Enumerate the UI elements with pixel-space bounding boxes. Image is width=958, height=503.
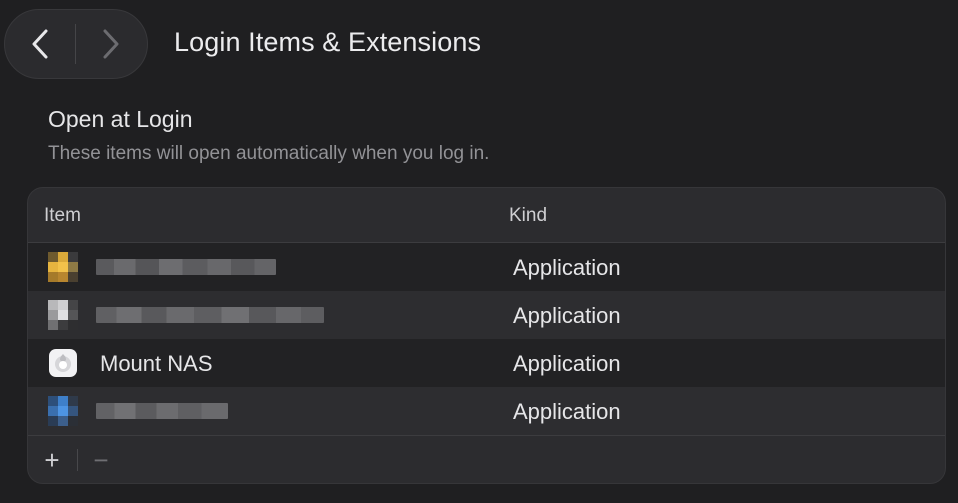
redacted-app-icon xyxy=(48,300,78,330)
table-row[interactable]: Application xyxy=(28,291,945,339)
table-footer: + − xyxy=(28,435,945,483)
table-row[interactable]: Application xyxy=(28,243,945,291)
back-button[interactable] xyxy=(5,10,75,78)
forward-button[interactable] xyxy=(76,10,146,78)
row-kind: Application xyxy=(513,303,621,328)
redacted-app-icon xyxy=(48,252,78,282)
page-title: Login Items & Extensions xyxy=(174,27,482,57)
remove-item-button[interactable]: − xyxy=(87,446,115,474)
table-rows: Application Application Mount NAS Applic… xyxy=(28,243,945,435)
table-row[interactable]: Mount NAS Application xyxy=(28,339,945,387)
chevron-right-icon xyxy=(103,29,119,59)
script-app-icon xyxy=(49,349,77,377)
plus-icon: + xyxy=(44,445,60,475)
table-row[interactable]: Application xyxy=(28,387,945,435)
chevron-left-icon xyxy=(32,29,48,59)
row-kind: Application xyxy=(513,399,621,424)
table-header: Item Kind xyxy=(28,188,945,243)
row-name: Mount NAS xyxy=(100,351,213,376)
footer-divider xyxy=(77,449,78,471)
column-header-item[interactable]: Item xyxy=(44,205,81,227)
redacted-name xyxy=(96,403,228,419)
section-title: Open at Login xyxy=(48,106,193,132)
minus-icon: − xyxy=(93,445,109,475)
redacted-app-icon xyxy=(48,396,78,426)
section-subtitle: These items will open automatically when… xyxy=(48,143,490,164)
login-items-table: Item Kind Application Application Mount … xyxy=(27,187,946,484)
row-kind: Application xyxy=(513,351,621,376)
redacted-name xyxy=(96,307,324,323)
navigation-buttons xyxy=(4,9,148,79)
column-header-kind[interactable]: Kind xyxy=(509,205,547,227)
redacted-name xyxy=(96,259,276,275)
add-item-button[interactable]: + xyxy=(38,446,66,474)
row-kind: Application xyxy=(513,255,621,280)
